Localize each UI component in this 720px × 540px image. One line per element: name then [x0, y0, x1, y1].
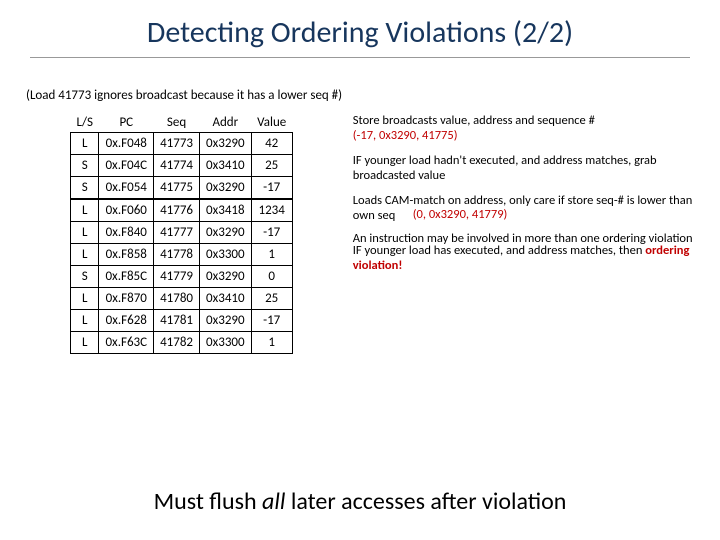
- cell-value: -17: [251, 310, 292, 332]
- cell-pc: 0x.F85C: [99, 266, 154, 288]
- cell-seq: 41773: [154, 133, 200, 155]
- cell-value: 1: [251, 244, 292, 266]
- cell-value: 25: [251, 155, 292, 177]
- cell-seq: 41774: [154, 155, 200, 177]
- lsq-table: L/S PC Seq Addr Value L 0x.F048 41773 0x…: [70, 113, 293, 354]
- cell-ls: L: [71, 288, 99, 310]
- cell-seq: 41777: [154, 222, 200, 244]
- cell-ls: L: [71, 244, 99, 266]
- ignore-note: (Load 41773 ignores broadcast because it…: [26, 88, 720, 103]
- cell-seq: 41782: [154, 332, 200, 354]
- table-row: L 0x.F63C 41782 0x3300 1: [71, 332, 293, 354]
- table-row: L 0x.F840 41777 0x3290 -17: [71, 222, 293, 244]
- cell-value: -17: [251, 177, 292, 200]
- annot-tuple-red-2: (0, 0x3290, 41779): [413, 207, 508, 222]
- cell-pc: 0x.F63C: [99, 332, 154, 354]
- annot-tuple-red: (-17, 0x3290, 41775): [353, 128, 458, 143]
- cell-pc: 0x.F048: [99, 133, 154, 155]
- cell-seq: 41776: [154, 199, 200, 222]
- table-row: S 0x.F054 41775 0x3290 -17: [71, 177, 293, 200]
- table-header-row: L/S PC Seq Addr Value: [71, 113, 293, 133]
- table-row: L 0x.F048 41773 0x3290 42: [71, 133, 293, 155]
- cell-value: -17: [251, 222, 292, 244]
- cell-ls: L: [71, 222, 99, 244]
- cell-ls: L: [71, 133, 99, 155]
- col-pc: PC: [99, 113, 154, 133]
- annot-text-2: IF younger load has executed, and addres…: [353, 243, 645, 258]
- cell-pc: 0x.F04C: [99, 155, 154, 177]
- table-body-2: L 0x.F060 41776 0x3418 1234 L 0x.F840 41…: [71, 199, 293, 354]
- annotations: Store broadcasts value, address and sequ…: [293, 113, 720, 273]
- col-seq: Seq: [154, 113, 200, 133]
- cell-addr: 0x3290: [200, 133, 252, 155]
- cell-seq: 41779: [154, 266, 200, 288]
- table-row: S 0x.F04C 41774 0x3410 25: [71, 155, 293, 177]
- cell-pc: 0x.F060: [99, 199, 154, 222]
- content-row: L/S PC Seq Addr Value L 0x.F048 41773 0x…: [0, 113, 720, 354]
- cell-addr: 0x3300: [200, 244, 252, 266]
- annot-multi-violation: An instruction may be involved in more t…: [353, 233, 696, 263]
- cell-ls: S: [71, 266, 99, 288]
- cell-seq: 41778: [154, 244, 200, 266]
- annot-younger-grab: IF younger load hadn't executed, and add…: [353, 153, 696, 183]
- cell-seq: 41781: [154, 310, 200, 332]
- conclusion: Must flush all later accesses after viol…: [0, 487, 720, 516]
- cell-addr: 0x3410: [200, 288, 252, 310]
- conclusion-em: all: [262, 487, 285, 516]
- cell-pc: 0x.F840: [99, 222, 154, 244]
- slide: Detecting Ordering Violations (2/2) (Loa…: [0, 0, 720, 540]
- cell-pc: 0x.F628: [99, 310, 154, 332]
- table-row: L 0x.F870 41780 0x3410 25: [71, 288, 293, 310]
- cell-value: 25: [251, 288, 292, 310]
- annot-store-broadcast: Store broadcasts value, address and sequ…: [353, 113, 696, 143]
- table-body-1: L 0x.F048 41773 0x3290 42 S 0x.F04C 4177…: [71, 133, 293, 200]
- col-value: Value: [251, 113, 292, 133]
- cell-seq: 41775: [154, 177, 200, 200]
- col-addr: Addr: [200, 113, 252, 133]
- cell-value: 1: [251, 332, 292, 354]
- cell-addr: 0x3418: [200, 199, 252, 222]
- cell-value: 0: [251, 266, 292, 288]
- table-row: L 0x.F060 41776 0x3418 1234: [71, 199, 293, 222]
- cell-ls: L: [71, 199, 99, 222]
- cell-pc: 0x.F858: [99, 244, 154, 266]
- cell-pc: 0x.F054: [99, 177, 154, 200]
- cell-value: 42: [251, 133, 292, 155]
- annot-cam-match: Loads CAM-match on address, only care if…: [353, 193, 696, 223]
- cell-ls: S: [71, 155, 99, 177]
- cell-addr: 0x3290: [200, 222, 252, 244]
- annot-text: Store broadcasts value, address and sequ…: [353, 113, 595, 128]
- cell-ls: L: [71, 310, 99, 332]
- cell-seq: 41780: [154, 288, 200, 310]
- cell-ls: S: [71, 177, 99, 200]
- annot-text: Loads CAM-match on address, only care if…: [353, 193, 693, 223]
- cell-addr: 0x3290: [200, 266, 252, 288]
- table-row: S 0x.F85C 41779 0x3290 0: [71, 266, 293, 288]
- cell-addr: 0x3410: [200, 155, 252, 177]
- table-row: L 0x.F628 41781 0x3290 -17: [71, 310, 293, 332]
- cell-addr: 0x3290: [200, 177, 252, 200]
- cell-ls: L: [71, 332, 99, 354]
- conclusion-a: Must flush: [154, 487, 262, 516]
- cell-pc: 0x.F870: [99, 288, 154, 310]
- col-ls: L/S: [71, 113, 99, 133]
- cell-addr: 0x3290: [200, 310, 252, 332]
- table-row: L 0x.F858 41778 0x3300 1: [71, 244, 293, 266]
- cell-value: 1234: [251, 199, 292, 222]
- slide-title: Detecting Ordering Violations (2/2): [30, 0, 690, 58]
- cell-addr: 0x3300: [200, 332, 252, 354]
- conclusion-c: later accesses after violation: [285, 487, 566, 516]
